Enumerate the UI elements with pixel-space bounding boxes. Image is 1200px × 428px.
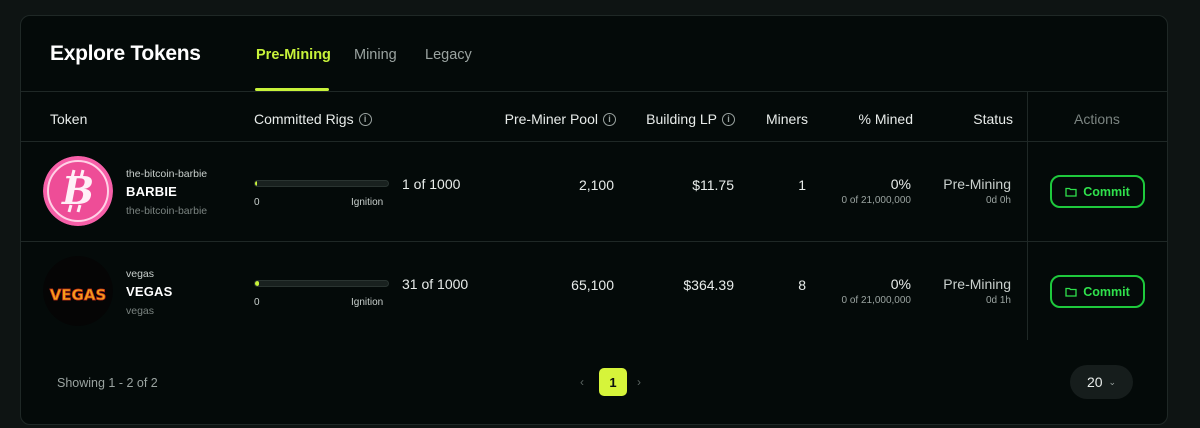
svg-text:VEGAS: VEGAS <box>50 286 107 304</box>
info-icon[interactable]: i <box>603 112 616 126</box>
page-button-current[interactable]: 1 <box>599 368 627 396</box>
status-time: 0d 1h <box>985 295 1011 306</box>
token-symbol: BARBIE <box>126 184 178 199</box>
rigs-count: 31 of 1000 <box>402 276 469 292</box>
mined-percent: 0% <box>890 176 911 192</box>
chevron-down-icon: ⌄ <box>1108 376 1117 387</box>
pagination-summary: Showing 1 - 2 of 2 <box>57 376 158 390</box>
token-slug: the-bitcoin-barbie <box>126 168 208 180</box>
mined-percent: 0% <box>890 276 911 292</box>
token-slug: vegas <box>126 268 155 280</box>
miners-value: 1 <box>798 177 806 193</box>
rigs-min-label: 0 <box>254 297 260 308</box>
pre-miner-pool-value: 2,100 <box>578 177 614 193</box>
rigs-progress-fill <box>255 281 260 286</box>
building-lp-value: $364.39 <box>683 277 734 293</box>
page-size-select[interactable]: 20 ⌄ <box>1070 365 1133 399</box>
next-page-icon[interactable]: › <box>637 375 641 389</box>
tab-legacy[interactable]: Legacy <box>425 47 472 63</box>
mined-amount: 0 of 21,000,000 <box>841 295 911 306</box>
info-icon[interactable]: i <box>358 112 372 126</box>
col-token: Token <box>50 111 88 127</box>
svg-text:B: B <box>61 168 94 213</box>
tab-pre-mining[interactable]: Pre-Mining <box>256 47 331 63</box>
col-status: Status <box>973 111 1013 127</box>
prev-page-icon[interactable]: ‹ <box>580 375 584 389</box>
status-time: 0d 0h <box>985 195 1011 206</box>
table-row[interactable]: B the-bitcoin-barbie BARBIE the-bitcoin-… <box>21 142 1167 241</box>
rigs-progress-bar <box>254 180 389 187</box>
col-miners: Miners <box>765 111 808 127</box>
status-label: Pre-Mining <box>943 176 1011 192</box>
token-slug-secondary: the-bitcoin-barbie <box>126 205 208 217</box>
col-building-lp: Building LP i <box>621 111 735 127</box>
table-row[interactable]: VEGAS vegas VEGAS vegas 0 Ignition 31 of… <box>21 242 1167 341</box>
rigs-ignition-label: Ignition <box>351 197 384 208</box>
mined-amount: 0 of 21,000,000 <box>841 195 911 206</box>
rigs-count: 1 of 1000 <box>402 176 461 192</box>
explore-tokens-card: Explore Tokens Pre-Mining Mining Legacy … <box>20 15 1168 425</box>
commit-button[interactable]: Commit <box>1050 275 1145 308</box>
rigs-ignition-label: Ignition <box>351 297 384 308</box>
tab-mining[interactable]: Mining <box>354 47 397 63</box>
page-title: Explore Tokens <box>50 42 201 65</box>
rigs-min-label: 0 <box>254 197 260 208</box>
col-committed-rigs: Committed Rigs i <box>254 111 372 127</box>
commit-button[interactable]: Commit <box>1050 175 1145 208</box>
col-pre-miner-pool: Pre-Miner Pool i <box>491 111 616 127</box>
token-slug-secondary: vegas <box>126 305 155 317</box>
miners-value: 8 <box>798 277 806 293</box>
col-pct-mined: % Mined <box>858 111 913 127</box>
rigs-progress-fill <box>255 181 257 186</box>
vegas-logo: VEGAS <box>43 256 113 326</box>
folder-icon <box>1065 187 1077 197</box>
divider <box>21 91 1167 92</box>
header: Explore Tokens Pre-Mining Mining Legacy <box>21 16 1167 92</box>
rigs-progress-bar <box>254 280 389 287</box>
info-icon[interactable]: i <box>722 112 735 126</box>
pre-miner-pool-value: 65,100 <box>571 277 614 293</box>
folder-icon <box>1065 287 1077 297</box>
col-actions: Actions <box>1074 111 1120 127</box>
token-symbol: VEGAS <box>126 284 173 299</box>
status-label: Pre-Mining <box>943 276 1011 292</box>
building-lp-value: $11.75 <box>692 177 734 193</box>
barbie-bitcoin-logo: B <box>43 156 113 226</box>
